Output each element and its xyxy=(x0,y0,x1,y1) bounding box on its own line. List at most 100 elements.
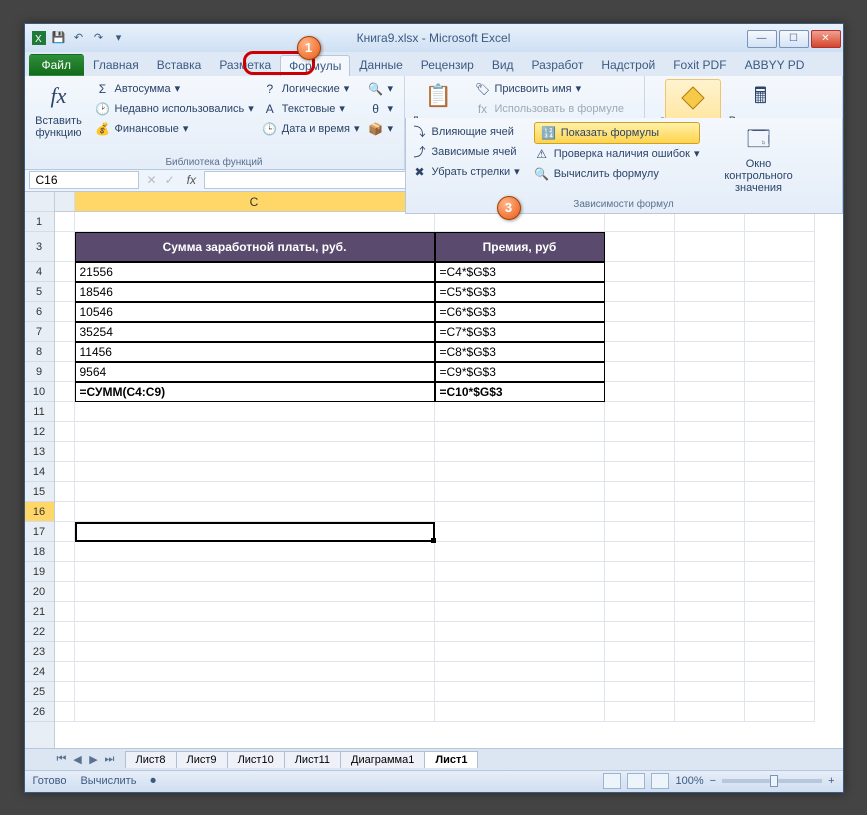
show-formulas-button[interactable]: 🔢Показать формулы xyxy=(534,122,700,144)
sheet-tab-active[interactable]: Лист1 xyxy=(424,751,478,768)
tab-view[interactable]: Вид xyxy=(483,54,523,76)
logical-button[interactable]: ?Логические ▾ xyxy=(262,79,360,99)
zoom-slider[interactable] xyxy=(722,779,822,783)
header-bonus[interactable]: Премия, руб xyxy=(435,232,605,262)
zoom-in-icon[interactable]: + xyxy=(828,775,834,787)
close-button[interactable]: ✕ xyxy=(811,30,841,48)
undo-icon[interactable]: ↶ xyxy=(71,30,87,46)
row-header[interactable]: 26 xyxy=(25,702,54,722)
row-header[interactable]: 8 xyxy=(25,342,54,362)
col-header[interactable] xyxy=(55,192,75,211)
macro-record-icon[interactable]: ⏺ xyxy=(150,775,156,788)
zoom-level[interactable]: 100% xyxy=(675,775,703,787)
use-in-formula-button[interactable]: fxИспользовать в формуле xyxy=(475,99,625,119)
tab-foxit[interactable]: Foxit PDF xyxy=(664,54,735,76)
view-layout-button[interactable] xyxy=(627,773,645,789)
view-pagebreak-button[interactable] xyxy=(651,773,669,789)
cell[interactable]: =C8*$G$3 xyxy=(435,342,605,362)
row-header[interactable]: 4 xyxy=(25,262,54,282)
sheet-nav-prev-icon[interactable]: ◀ xyxy=(71,753,85,766)
sheet-tab[interactable]: Диаграмма1 xyxy=(340,751,425,768)
zoom-out-icon[interactable]: − xyxy=(710,775,716,787)
cell[interactable]: 10546 xyxy=(75,302,435,322)
name-box[interactable]: C16 xyxy=(29,171,139,189)
save-icon[interactable]: 💾 xyxy=(51,30,67,46)
cell[interactable]: =C6*$G$3 xyxy=(435,302,605,322)
minimize-button[interactable]: — xyxy=(747,30,777,48)
row-header[interactable]: 10 xyxy=(25,382,54,402)
watch-window-button[interactable]: 🗔 Окно контрольного значения xyxy=(714,122,804,196)
cancel-icon[interactable]: ✕ xyxy=(143,173,161,187)
row-header[interactable]: 12 xyxy=(25,422,54,442)
fx-button-icon[interactable]: fx xyxy=(179,173,204,187)
row-header[interactable]: 16 xyxy=(25,502,54,522)
row-header[interactable]: 9 xyxy=(25,362,54,382)
sheet-tab[interactable]: Лист10 xyxy=(227,751,285,768)
sheet-nav-last-icon[interactable]: ⏭ xyxy=(103,753,117,766)
row-header[interactable]: 24 xyxy=(25,662,54,682)
remove-arrows-button[interactable]: ✖Убрать стрелки ▾ xyxy=(412,162,520,182)
row-header[interactable]: 11 xyxy=(25,402,54,422)
sheet-tab[interactable]: Лист8 xyxy=(125,751,177,768)
cell[interactable]: =C4*$G$3 xyxy=(435,262,605,282)
tab-review[interactable]: Рецензир xyxy=(412,54,483,76)
redo-icon[interactable]: ↷ xyxy=(91,30,107,46)
tab-addins[interactable]: Надстрой xyxy=(592,54,664,76)
sheet-tab[interactable]: Лист11 xyxy=(284,751,341,768)
row-header[interactable]: 1 xyxy=(25,212,54,232)
sheet-nav-first-icon[interactable]: ⏮ xyxy=(55,753,69,766)
row-header[interactable]: 19 xyxy=(25,562,54,582)
enter-icon[interactable]: ✓ xyxy=(161,173,179,187)
row-header[interactable]: 6 xyxy=(25,302,54,322)
header-salary[interactable]: Сумма заработной платы, руб. xyxy=(75,232,435,262)
cell-grid[interactable]: Сумма заработной платы, руб.Премия, руб … xyxy=(55,212,843,722)
tab-home[interactable]: Главная xyxy=(84,54,148,76)
cell[interactable]: 21556 xyxy=(75,262,435,282)
tab-file[interactable]: Файл xyxy=(29,54,85,76)
row-header[interactable]: 18 xyxy=(25,542,54,562)
tab-developer[interactable]: Разработ xyxy=(523,54,593,76)
tab-layout[interactable]: Разметка xyxy=(210,54,280,76)
tab-insert[interactable]: Вставка xyxy=(148,54,211,76)
worksheet[interactable]: 1 3 4 5 6 7 8 9 10 11 12 13 14 15 16 17 … xyxy=(25,192,843,748)
cell[interactable]: =C10*$G$3 xyxy=(435,382,605,402)
error-checking-button[interactable]: ⚠Проверка наличия ошибок ▾ xyxy=(534,144,700,164)
autosum-button[interactable]: ΣАвтосумма ▾ xyxy=(95,79,254,99)
cell[interactable]: 11456 xyxy=(75,342,435,362)
maximize-button[interactable]: ☐ xyxy=(779,30,809,48)
cell[interactable]: 9564 xyxy=(75,362,435,382)
cell[interactable]: 18546 xyxy=(75,282,435,302)
col-header-c[interactable]: C xyxy=(75,192,435,211)
row-header[interactable]: 7 xyxy=(25,322,54,342)
row-header[interactable]: 3 xyxy=(25,232,54,262)
cell[interactable]: =C7*$G$3 xyxy=(435,322,605,342)
insert-function-button[interactable]: fx Вставить функцию xyxy=(31,79,87,141)
recent-button[interactable]: 🕑Недавно использовались ▾ xyxy=(95,99,254,119)
row-header[interactable]: 13 xyxy=(25,442,54,462)
row-header[interactable]: 20 xyxy=(25,582,54,602)
financial-button[interactable]: 💰Финансовые ▾ xyxy=(95,119,254,139)
text-button[interactable]: AТекстовые ▾ xyxy=(262,99,360,119)
cell[interactable]: 35254 xyxy=(75,322,435,342)
row-header[interactable]: 22 xyxy=(25,622,54,642)
row-header[interactable]: 17 xyxy=(25,522,54,542)
cell[interactable]: =C5*$G$3 xyxy=(435,282,605,302)
more-funcs-2[interactable]: θ▾ xyxy=(368,99,394,119)
view-normal-button[interactable] xyxy=(603,773,621,789)
trace-precedents-button[interactable]: ⤵Влияющие ячей xyxy=(412,122,520,142)
select-all-corner[interactable] xyxy=(25,192,54,212)
row-header[interactable]: 23 xyxy=(25,642,54,662)
sheet-tab[interactable]: Лист9 xyxy=(176,751,228,768)
cell[interactable]: =C9*$G$3 xyxy=(435,362,605,382)
evaluate-formula-button[interactable]: 🔍Вычислить формулу xyxy=(534,164,700,184)
row-header[interactable]: 14 xyxy=(25,462,54,482)
row-header[interactable]: 25 xyxy=(25,682,54,702)
qat-dropdown-icon[interactable]: ▾ xyxy=(111,30,127,46)
tab-data[interactable]: Данные xyxy=(350,54,411,76)
trace-dependents-button[interactable]: ⤴Зависимые ячей xyxy=(412,142,520,162)
row-header[interactable]: 21 xyxy=(25,602,54,622)
tab-abbyy[interactable]: ABBYY PD xyxy=(736,54,814,76)
more-funcs-3[interactable]: 📦▾ xyxy=(368,119,394,139)
cell-sum[interactable]: =СУММ(C4:C9) xyxy=(75,382,435,402)
more-funcs-1[interactable]: 🔍▾ xyxy=(368,79,394,99)
